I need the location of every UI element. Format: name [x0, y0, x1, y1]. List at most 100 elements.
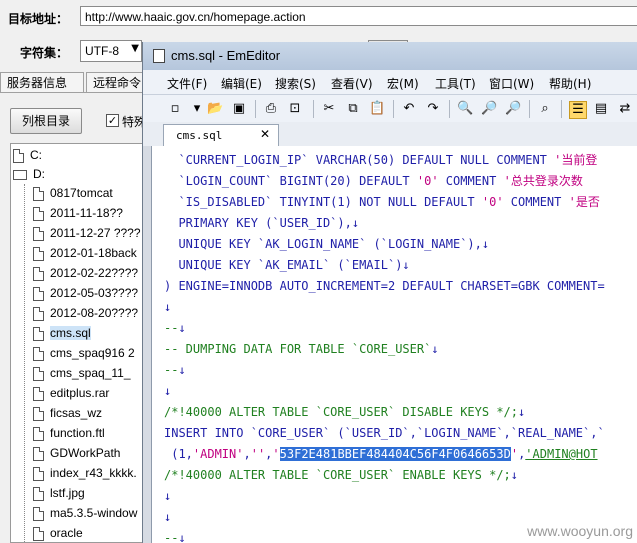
code-token: -- [164, 363, 179, 377]
tree-file-label: 2012-01-18back [50, 246, 137, 260]
tab-server-info[interactable]: 服务器信息 [0, 72, 84, 92]
document-tab[interactable]: cms.sql ✕ [163, 124, 279, 146]
tree-file[interactable]: ficsas_wz [33, 404, 102, 423]
file-icon [33, 386, 44, 401]
menu-item[interactable]: 文件(F) [167, 75, 207, 92]
tree-file[interactable]: cms_spaq_11_ [33, 364, 131, 383]
code-token: INSERT INTO `CORE_USER` (`USER_ID`,`LOGI… [164, 426, 605, 440]
code-token: UNIQUE KEY `AK_EMAIL` (`EMAIL`) [164, 258, 403, 272]
code-token: ↓ [178, 531, 186, 543]
tree-file[interactable]: 2011-12-27 ???? [33, 224, 141, 243]
file-icon [33, 326, 44, 341]
close-icon[interactable]: ✕ [260, 127, 270, 141]
code-line: UNIQUE KEY `AK_LOGIN_NAME` (`LOGIN_NAME`… [164, 234, 489, 255]
tree-file[interactable]: 0817tomcat [33, 184, 113, 203]
tree-file[interactable]: 2012-08-20???? [33, 304, 138, 323]
folder-open-icon [13, 169, 27, 180]
code-line: ↓ [164, 486, 171, 507]
code-token: ↓ [164, 384, 172, 398]
code-token: `IS_DISABLED` TINYINT(1) NOT NULL DEFAUL… [164, 195, 482, 209]
print-preview-icon[interactable]: ⊡ [287, 101, 303, 117]
menu-item[interactable]: 查看(V) [331, 75, 373, 92]
tree-drive[interactable]: D: [13, 165, 45, 184]
code-token: PRIMARY KEY (`USER_ID`), [164, 216, 352, 230]
tree-file[interactable]: 2011-11-18?? [33, 204, 123, 223]
tree-file[interactable]: oracle [33, 524, 83, 542]
copy-icon[interactable]: ⧉ [345, 101, 361, 117]
address-input[interactable]: http://www.haaic.gov.cn/homepage.action [80, 6, 637, 26]
emeditor-titlebar[interactable]: cms.sql - EmEditor [143, 42, 637, 70]
paste-icon[interactable]: 📋 [369, 101, 385, 117]
tree-file[interactable]: 2012-05-03???? [33, 284, 138, 303]
list-root-button[interactable]: 列根目录 [10, 108, 82, 134]
special-checkbox[interactable]: ✓ [106, 114, 119, 127]
search-files-icon[interactable]: ⌕ [537, 101, 553, 117]
tab-remote-command[interactable]: 远程命令 [86, 72, 146, 92]
tree-file[interactable]: function.ftl [33, 424, 105, 443]
tree-drive-label: C: [30, 148, 42, 162]
new-file-icon[interactable]: ▫ [167, 101, 183, 117]
tree-file-label: cms_spaq916 2 [50, 346, 135, 360]
file-icon [33, 286, 44, 301]
menu-item[interactable]: 宏(M) [387, 75, 419, 92]
cut-icon[interactable]: ✂ [321, 101, 337, 117]
code-token: ↓ [481, 237, 490, 251]
code-token: '0' [481, 195, 504, 209]
code-line: UNIQUE KEY `AK_EMAIL` (`EMAIL`)↓ [164, 255, 409, 276]
tree-file[interactable]: GDWorkPath [33, 444, 120, 463]
menu-item[interactable]: 帮助(H) [549, 75, 591, 92]
find-next-icon[interactable]: 🔎 [481, 101, 497, 117]
code-line: ↓ [164, 381, 171, 402]
tree-file[interactable]: 2012-02-22???? [33, 264, 138, 283]
dropdown-icon[interactable]: ▾ [189, 101, 205, 117]
file-icon [33, 446, 44, 461]
menu-item[interactable]: 搜索(S) [275, 75, 316, 92]
code-editor[interactable]: `CURRENT_LOGIN_IP` VARCHAR(50) DEFAULT N… [151, 146, 637, 543]
open-folder-icon[interactable]: 📂 [207, 101, 223, 117]
save-icon[interactable]: ▣ [231, 101, 247, 117]
code-token: -- [164, 321, 179, 335]
tree-file-label: index_r43_kkkk. [50, 466, 137, 480]
toolbar-separator [393, 100, 394, 118]
find-icon[interactable]: 🔍 [457, 101, 473, 117]
code-line: ) ENGINE=INNODB AUTO_INCREMENT=2 DEFAULT… [164, 276, 605, 297]
watermark: www.wooyun.org [527, 523, 633, 539]
tile-window-icon[interactable]: ▤ [593, 101, 609, 117]
file-tree[interactable]: C: D: 0817tomcat 2011-11-18?? 2011-12-27 ???… [10, 143, 150, 543]
file-icon [33, 406, 44, 421]
menu-item[interactable]: 编辑(E) [221, 75, 262, 92]
code-token: '0' [416, 174, 439, 188]
code-token: ' [510, 447, 519, 461]
tree-drive[interactable]: C: [13, 146, 42, 165]
charset-value: UTF-8 [85, 44, 119, 58]
charset-select[interactable]: UTF-8 ▼ [80, 40, 142, 62]
code-line: INSERT INTO `CORE_USER` (`USER_ID`,`LOGI… [164, 423, 605, 444]
tree-file-label: ma5.3.5-window [50, 506, 138, 520]
tree-file[interactable]: cms.sql [33, 324, 91, 343]
window-list-icon[interactable]: ☰ [569, 101, 587, 119]
tree-file[interactable]: cms_spaq916 2 [33, 344, 135, 363]
code-token: COMMENT [438, 174, 504, 188]
code-token: ↓ [510, 468, 519, 482]
redo-icon[interactable]: ↷ [425, 101, 441, 117]
menu-bar: 文件(F) 编辑(E) 搜索(S) 查看(V) 宏(M) 工具(T) 窗口(W) 帮助(H) [143, 70, 637, 94]
undo-icon[interactable]: ↶ [401, 101, 417, 117]
code-token: ' [272, 447, 280, 461]
code-token: 'ADMIN@HOT [525, 447, 598, 461]
file-icon [33, 346, 44, 361]
tree-file[interactable]: editplus.rar [33, 384, 109, 403]
menu-item[interactable]: 窗口(W) [489, 75, 534, 92]
chevron-down-icon: ▼ [131, 43, 139, 54]
print-icon[interactable]: ⎙ [263, 101, 279, 117]
code-token: (1, [164, 447, 193, 461]
tree-file[interactable]: index_r43_kkkk. [33, 464, 137, 483]
tree-file[interactable]: ma5.3.5-window [33, 504, 137, 523]
menu-item[interactable]: 工具(T) [435, 75, 476, 92]
code-token: ↓ [164, 300, 172, 314]
switch-window-icon[interactable]: ⇄ [617, 101, 633, 117]
file-icon [33, 226, 44, 241]
tree-file[interactable]: 2012-01-18back [33, 244, 137, 263]
find-previous-icon[interactable]: 🔎 [505, 101, 521, 117]
tree-file[interactable]: lstf.jpg [33, 484, 85, 503]
code-line: `IS_DISABLED` TINYINT(1) NOT NULL DEFAUL… [164, 192, 599, 213]
